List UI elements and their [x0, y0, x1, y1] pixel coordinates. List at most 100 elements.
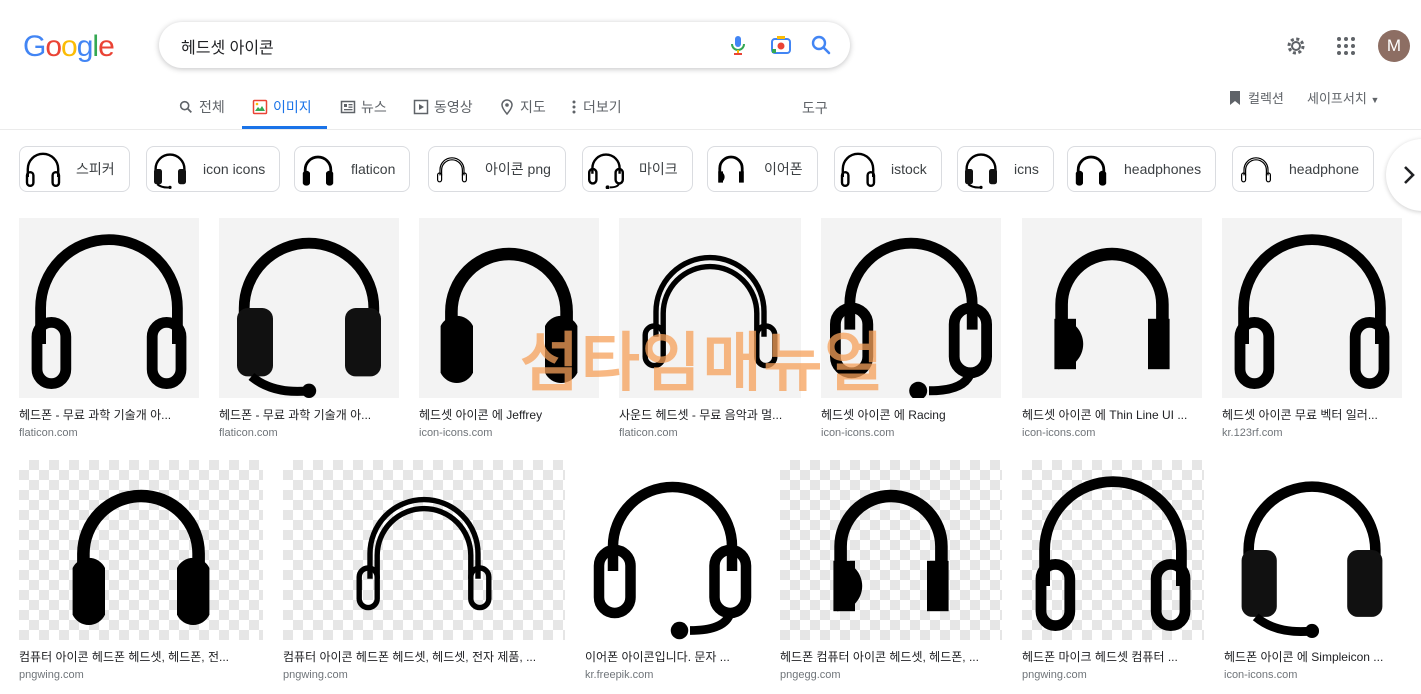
result-source[interactable]: flaticon.com [619, 427, 801, 439]
search-icon[interactable] [809, 33, 833, 57]
result-caption[interactable]: 사운드 헤드셋 - 무료 음악과 멀... [619, 406, 801, 423]
chip-label: 스피커 [76, 161, 115, 177]
google-logo[interactable]: Google [23, 30, 115, 64]
chevron-down-icon: ▼ [1370, 95, 1380, 105]
tab-all[interactable]: 전체 [178, 92, 225, 122]
result-source[interactable]: pngwing.com [283, 669, 565, 681]
result-thumbnail[interactable] [1224, 460, 1400, 640]
chip-8[interactable]: icns [957, 146, 1054, 192]
chip-5[interactable]: 마이크 [582, 146, 693, 192]
result-thumbnail[interactable] [780, 460, 1002, 640]
result-thumbnail[interactable] [821, 218, 1001, 398]
image-result[interactable]: 헤드셋 아이콘 에 Racing icon-icons.com [821, 218, 1001, 439]
result-thumbnail[interactable] [1022, 218, 1202, 398]
result-caption[interactable]: 헤드폰 마이크 헤드셋 컴퓨터 ... [1022, 648, 1204, 665]
result-source[interactable]: icon-icons.com [419, 427, 599, 439]
chip-10[interactable]: headphone [1232, 146, 1375, 192]
result-caption[interactable]: 헤드폰 - 무료 과학 기술개 아... [219, 406, 399, 423]
image-result[interactable]: 헤드폰 - 무료 과학 기술개 아... flaticon.com [219, 218, 399, 439]
chips-next-button[interactable] [1386, 139, 1421, 211]
result-source[interactable]: flaticon.com [19, 427, 199, 439]
chip-thumbnail [835, 147, 881, 191]
tab-news[interactable]: 뉴스 [340, 92, 387, 122]
collections-button[interactable]: 컬렉션 [1228, 88, 1284, 107]
image-result[interactable]: 헤드셋 아이콘 에 Jeffrey icon-icons.com [419, 218, 599, 439]
tab-images[interactable]: 이미지 [252, 92, 312, 122]
image-result[interactable]: 헤드셋 아이콘 에 Thin Line UI ... icon-icons.com [1022, 218, 1202, 439]
chip-3[interactable]: flaticon [294, 146, 411, 192]
result-source[interactable]: icon-icons.com [1224, 669, 1400, 681]
result-source[interactable]: icon-icons.com [1022, 427, 1202, 439]
image-result[interactable]: 컴퓨터 아이콘 헤드폰 헤드셋, 헤드폰, 전... pngwing.com [19, 460, 263, 681]
result-thumbnail[interactable] [1022, 460, 1204, 640]
tab-label: 이미지 [273, 99, 312, 115]
result-caption[interactable]: 헤드셋 아이콘 에 Racing [821, 406, 1001, 423]
result-source[interactable]: flaticon.com [219, 427, 399, 439]
chip-label: 이어폰 [764, 161, 803, 177]
result-source[interactable]: kr.123rf.com [1222, 427, 1402, 439]
result-source[interactable]: kr.freepik.com [585, 669, 760, 681]
image-result[interactable]: 헤드폰 컴퓨터 아이콘 헤드셋, 헤드폰, ... pngegg.com [780, 460, 1002, 681]
result-source[interactable]: pngwing.com [1022, 669, 1204, 681]
gear-icon[interactable] [1284, 34, 1308, 63]
tab-label: 동영상 [434, 99, 473, 115]
result-thumbnail[interactable] [585, 460, 760, 640]
chip-6[interactable]: 이어폰 [707, 146, 818, 192]
tab-label: 전체 [199, 99, 225, 115]
result-caption[interactable]: 이어폰 아이콘입니다. 문자 ... [585, 648, 760, 665]
chip-label: 마이크 [639, 161, 678, 177]
result-thumbnail[interactable] [19, 218, 199, 398]
result-caption[interactable]: 헤드폰 컴퓨터 아이콘 헤드셋, 헤드폰, ... [780, 648, 1002, 665]
more-vert-icon [572, 100, 576, 114]
camera-lens-icon[interactable] [769, 33, 793, 57]
chip-9[interactable]: headphones [1067, 146, 1217, 192]
tab-label: 뉴스 [361, 99, 387, 115]
image-result[interactable]: 헤드폰 마이크 헤드셋 컴퓨터 ... pngwing.com [1022, 460, 1204, 681]
tab-more[interactable]: 더보기 [570, 92, 622, 122]
tab-maps[interactable]: 지도 [499, 92, 546, 122]
image-result[interactable]: 헤드폰 아이콘 에 Simpleicon ... icon-icons.com [1224, 460, 1400, 681]
chip-7[interactable]: istock [834, 146, 942, 192]
chip-label: flaticon [351, 161, 396, 177]
microphone-icon[interactable] [726, 33, 750, 57]
image-result[interactable]: 헤드폰 - 무료 과학 기술개 아... flaticon.com [19, 218, 199, 439]
chip-label: istock [891, 161, 927, 177]
tab-videos[interactable]: 동영상 [413, 92, 473, 122]
tools-button[interactable]: 도구 [802, 98, 828, 118]
image-result[interactable]: 이어폰 아이콘입니다. 문자 ... kr.freepik.com [585, 460, 760, 681]
image-result[interactable]: 헤드셋 아이콘 무료 벡터 일러... kr.123rf.com [1222, 218, 1402, 439]
result-source[interactable]: pngegg.com [780, 669, 1002, 681]
chip-label: icns [1014, 161, 1039, 177]
result-caption[interactable]: 헤드셋 아이콘 에 Thin Line UI ... [1022, 406, 1202, 423]
logo-letter: e [98, 30, 115, 63]
result-caption[interactable]: 컴퓨터 아이콘 헤드폰 헤드셋, 헤드폰, 전... [19, 648, 263, 665]
result-thumbnail[interactable] [419, 218, 599, 398]
search-input[interactable] [179, 22, 703, 70]
image-result[interactable]: 사운드 헤드셋 - 무료 음악과 멀... flaticon.com [619, 218, 801, 439]
image-icon [252, 99, 268, 115]
result-caption[interactable]: 헤드폰 아이콘 에 Simpleicon ... [1224, 648, 1400, 665]
image-result[interactable]: 컴퓨터 아이콘 헤드폰 헤드셋, 헤드셋, 전자 제품, ... pngwing.… [283, 460, 565, 681]
chip-label: headphones [1124, 161, 1202, 177]
chip-4[interactable]: 아이콘 png [428, 146, 566, 192]
result-thumbnail[interactable] [19, 460, 263, 640]
chip-thumbnail [708, 147, 754, 191]
result-thumbnail[interactable] [219, 218, 399, 398]
grid-icon[interactable] [1336, 36, 1356, 61]
safesearch-dropdown[interactable]: 세이프서치 ▼ [1307, 88, 1379, 107]
result-thumbnail[interactable] [619, 218, 801, 398]
result-source[interactable]: icon-icons.com [821, 427, 1001, 439]
result-caption[interactable]: 헤드셋 아이콘 에 Jeffrey [419, 406, 599, 423]
result-source[interactable]: pngwing.com [19, 669, 263, 681]
chip-thumbnail [295, 147, 341, 191]
chip-2[interactable]: icon icons [146, 146, 281, 192]
avatar[interactable]: M [1378, 30, 1410, 62]
play-icon [413, 99, 429, 115]
result-thumbnail[interactable] [1222, 218, 1402, 398]
result-thumbnail[interactable] [283, 460, 565, 640]
result-caption[interactable]: 컴퓨터 아이콘 헤드폰 헤드셋, 헤드셋, 전자 제품, ... [283, 648, 565, 665]
result-caption[interactable]: 헤드셋 아이콘 무료 벡터 일러... [1222, 406, 1402, 423]
news-icon [340, 100, 356, 114]
chip-1[interactable]: 스피커 [19, 146, 130, 192]
result-caption[interactable]: 헤드폰 - 무료 과학 기술개 아... [19, 406, 199, 423]
